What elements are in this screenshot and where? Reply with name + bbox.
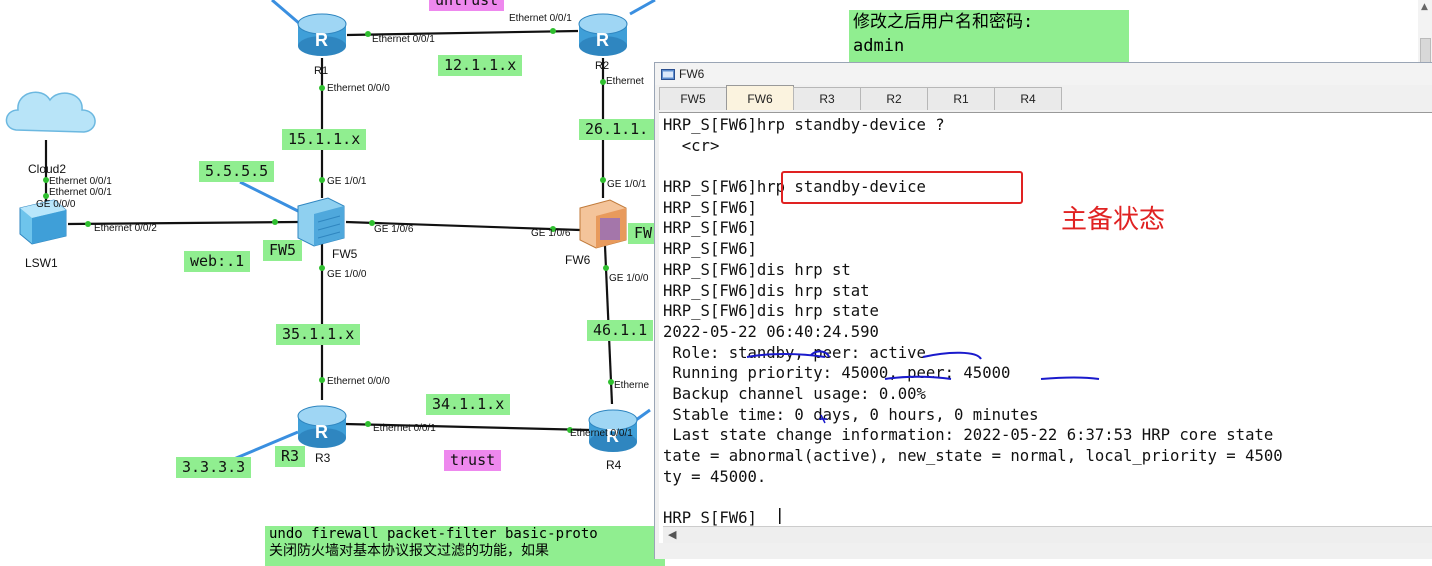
textbox-line: 修改之后用户名和密码: [853, 12, 1034, 32]
tab-fw6[interactable]: FW6 [726, 85, 794, 110]
cloud-icon [5, 91, 96, 133]
link-fw5-loop [239, 180, 301, 214]
device-label-fw5: FW5 [332, 247, 358, 261]
tab-r3[interactable]: R3 [793, 87, 861, 110]
network-note-26: 26.1.1. [579, 119, 655, 140]
device-label-cloud2: Cloud2 [28, 162, 67, 176]
network-note-35: 35.1.1.x [276, 324, 361, 345]
label-note-r3: R3 [275, 446, 306, 467]
terminal-output[interactable]: HRP_S[FW6]hrp standby-device ? <cr> HRP_… [659, 112, 1432, 543]
port-label: Ethernet 0/0/2 [94, 223, 157, 234]
link-r1-left [271, 0, 301, 26]
device-label-fw6: FW6 [565, 253, 591, 267]
port-label: GE 1/0/6 [531, 228, 571, 239]
svg-text:R: R [315, 422, 328, 442]
network-note-46: 46.1.1 [587, 320, 654, 341]
port-label: Etherne [614, 380, 650, 391]
zone-trust: trust [444, 450, 502, 471]
firewall-fw5-icon [297, 197, 345, 247]
text-cursor [779, 508, 781, 524]
textbox-line: 关闭防火墙对基本协议报文过滤的功能，如果 [269, 543, 549, 559]
cli-window: FW6 FW5 FW6 R3 R2 R1 R4 HRP_S[FW6]hrp st… [654, 62, 1432, 559]
device-label-r3: R3 [315, 451, 331, 465]
svg-text:R: R [315, 30, 328, 50]
router-r2-icon: R [578, 13, 628, 56]
port-label: GE 1/0/0 [609, 273, 649, 284]
network-note-12: 12.1.1.x [438, 55, 523, 76]
port-label: Ethernet 0/0/1 [570, 428, 633, 439]
canvas-scrollbar[interactable]: ▲ [1418, 0, 1432, 64]
terminal-icon [661, 68, 675, 80]
port-label: Ethernet 0/0/0 [327, 376, 390, 387]
textbox-line: undo firewall packet-filter basic-proto [269, 526, 598, 542]
tab-fw5[interactable]: FW5 [659, 87, 727, 110]
link-r2-right [629, 0, 656, 16]
port-label: GE 0/0/0 [36, 199, 76, 210]
label-note-fw6: FW [628, 223, 655, 244]
horizontal-scrollbar[interactable]: ◀ [663, 526, 1432, 543]
loopback-note-5555: 5.5.5.5 [199, 161, 275, 182]
port-label: GE 1/0/1 [607, 179, 647, 190]
port-label: GE 1/0/1 [327, 176, 367, 187]
scroll-left-icon[interactable]: ◀ [668, 528, 676, 541]
port-label: Ethernet 0/0/0 [327, 83, 390, 94]
network-note-34: 34.1.1.x [426, 394, 511, 415]
textbox-line: admin [853, 36, 905, 56]
tab-r2[interactable]: R2 [860, 87, 928, 110]
router-r3-icon: R [297, 405, 347, 448]
router-r1-icon: R [297, 13, 347, 56]
tab-r1[interactable]: R1 [927, 87, 995, 110]
port-label: Ethernet 0/0/1 [49, 176, 112, 187]
device-label-r1: R1 [314, 65, 329, 77]
port-label: Ethernet 0/0/1 [49, 187, 112, 198]
window-titlebar[interactable]: FW6 [655, 63, 1432, 85]
label-note-fw5: FW5 [263, 240, 303, 261]
credentials-textbox[interactable]: 修改之后用户名和密码: admin [849, 10, 1129, 62]
device-label-lsw1: LSW1 [25, 256, 58, 270]
scrollbar-thumb[interactable] [1420, 38, 1431, 64]
window-title: FW6 [679, 67, 705, 81]
scroll-up-icon[interactable]: ▲ [1421, 2, 1428, 12]
web-note: web:.1 [184, 251, 251, 272]
firewall-fw6-icon [579, 199, 627, 249]
port-label: Ethernet [606, 76, 644, 87]
zone-untrust: untrust [429, 0, 505, 11]
tab-r4[interactable]: R4 [994, 87, 1062, 110]
svg-text:R: R [596, 30, 609, 50]
network-note-15: 15.1.1.x [282, 129, 367, 150]
device-label-r2: R2 [595, 60, 610, 72]
handwritten-underlines [746, 350, 1100, 524]
port-label: Ethernet 0/0/1 [509, 13, 572, 24]
port-label: Ethernet 0/0/1 [372, 34, 435, 45]
loopback-note-3333: 3.3.3.3 [176, 457, 252, 478]
port-label: GE 1/0/0 [327, 269, 367, 280]
port-label: Ethernet 0/0/1 [373, 423, 436, 434]
device-label-r4: R4 [606, 458, 622, 472]
command-note-textbox[interactable]: undo firewall packet-filter basic-proto … [265, 526, 665, 566]
session-tabs: FW5 FW6 R3 R2 R1 R4 [659, 85, 1062, 110]
link-r4-right [635, 408, 651, 422]
port-label: GE 1/0/6 [374, 224, 414, 235]
